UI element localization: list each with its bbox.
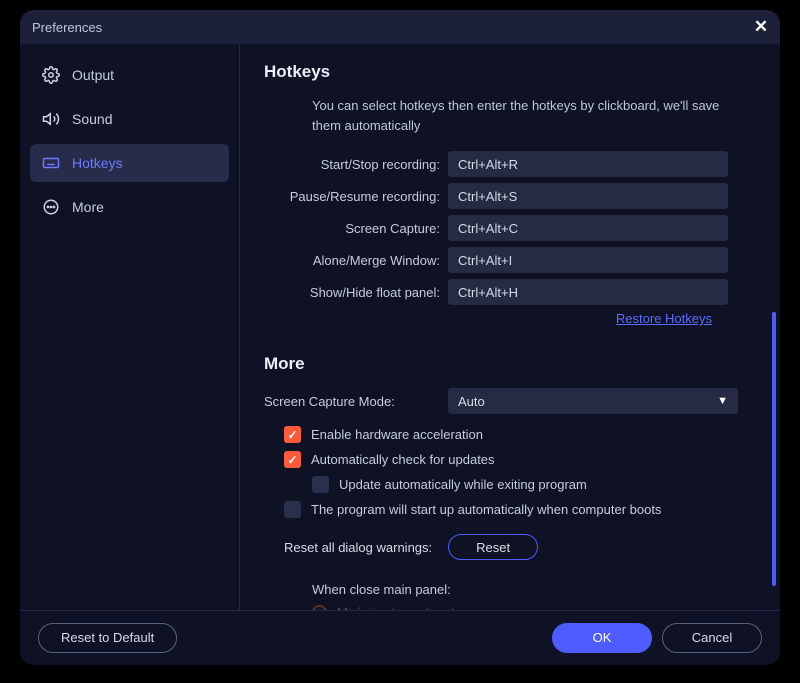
sidebar-item-label: Hotkeys — [72, 155, 123, 171]
capture-mode-value: Auto — [458, 394, 485, 409]
capture-mode-select[interactable]: Auto ▼ — [448, 388, 738, 414]
more-title: More — [264, 354, 756, 374]
startup-label: The program will start up automatically … — [311, 502, 661, 517]
update-exit-row: Update automatically while exiting progr… — [312, 476, 756, 493]
minimize-tray-radio[interactable] — [312, 605, 327, 610]
hotkeys-title: Hotkeys — [264, 62, 756, 82]
sidebar-item-output[interactable]: Output — [30, 56, 229, 94]
sidebar-item-label: More — [72, 199, 104, 215]
reset-default-button[interactable]: Reset to Default — [38, 623, 177, 653]
window-title: Preferences — [32, 20, 102, 35]
close-button[interactable]: ✕ — [748, 14, 774, 40]
reset-warnings-button[interactable]: Reset — [448, 534, 538, 560]
body: Output Sound Hotkeys More — [20, 44, 780, 610]
hotkey-label: Show/Hide float panel: — [264, 285, 448, 300]
hw-accel-checkbox[interactable] — [284, 426, 301, 443]
sidebar: Output Sound Hotkeys More — [20, 44, 240, 610]
hotkey-row-screen-capture: Screen Capture: — [264, 215, 756, 241]
hw-accel-label: Enable hardware acceleration — [311, 427, 483, 442]
hotkey-input-float-panel[interactable] — [448, 279, 728, 305]
more-section: More Screen Capture Mode: Auto ▼ Enable … — [264, 354, 756, 610]
hotkey-label: Start/Stop recording: — [264, 157, 448, 172]
titlebar: Preferences ✕ — [20, 10, 780, 44]
update-exit-label: Update automatically while exiting progr… — [339, 477, 587, 492]
sound-icon — [42, 110, 60, 128]
gear-icon — [42, 66, 60, 84]
more-icon — [42, 198, 60, 216]
capture-mode-label: Screen Capture Mode: — [264, 394, 448, 409]
sidebar-item-sound[interactable]: Sound — [30, 100, 229, 138]
capture-mode-row: Screen Capture Mode: Auto ▼ — [264, 388, 756, 414]
hotkey-input-alone-merge[interactable] — [448, 247, 728, 273]
scrollbar-thumb[interactable] — [772, 312, 776, 586]
reset-warnings-label: Reset all dialog warnings: — [284, 540, 432, 555]
hw-accel-row: Enable hardware acceleration — [284, 426, 756, 443]
sidebar-item-more[interactable]: More — [30, 188, 229, 226]
hotkey-input-screen-capture[interactable] — [448, 215, 728, 241]
hotkey-input-pause-resume[interactable] — [448, 183, 728, 209]
footer: Reset to Default OK Cancel — [20, 610, 780, 664]
close-icon: ✕ — [754, 17, 768, 37]
ok-button[interactable]: OK — [552, 623, 652, 653]
scroll-area[interactable]: Hotkeys You can select hotkeys then ente… — [240, 44, 780, 610]
restore-hotkeys-link[interactable]: Restore Hotkeys — [264, 311, 712, 326]
hotkey-row-float-panel: Show/Hide float panel: — [264, 279, 756, 305]
hotkey-label: Alone/Merge Window: — [264, 253, 448, 268]
hotkey-input-start-stop[interactable] — [448, 151, 728, 177]
auto-update-row: Automatically check for updates — [284, 451, 756, 468]
chevron-down-icon: ▼ — [717, 395, 728, 407]
hotkey-row-alone-merge: Alone/Merge Window: — [264, 247, 756, 273]
sidebar-item-label: Sound — [72, 111, 112, 127]
main-panel: Hotkeys You can select hotkeys then ente… — [240, 44, 780, 610]
update-exit-checkbox[interactable] — [312, 476, 329, 493]
hotkey-label: Screen Capture: — [264, 221, 448, 236]
minimize-tray-label: Minimize to system tray — [337, 605, 473, 610]
startup-row: The program will start up automatically … — [284, 501, 756, 518]
sidebar-item-hotkeys[interactable]: Hotkeys — [30, 144, 229, 182]
auto-update-label: Automatically check for updates — [311, 452, 495, 467]
startup-checkbox[interactable] — [284, 501, 301, 518]
hotkey-label: Pause/Resume recording: — [264, 189, 448, 204]
close-panel-label: When close main panel: — [312, 582, 756, 597]
cancel-button[interactable]: Cancel — [662, 623, 762, 653]
hotkey-row-pause-resume: Pause/Resume recording: — [264, 183, 756, 209]
preferences-window: Preferences ✕ Output Sound — [20, 10, 780, 665]
reset-warnings-row: Reset all dialog warnings: Reset — [284, 534, 756, 560]
sidebar-item-label: Output — [72, 67, 114, 83]
hotkeys-intro: You can select hotkeys then enter the ho… — [312, 96, 742, 135]
minimize-tray-row: Minimize to system tray — [312, 605, 756, 610]
hotkey-row-start-stop: Start/Stop recording: — [264, 151, 756, 177]
keyboard-icon — [42, 154, 60, 172]
auto-update-checkbox[interactable] — [284, 451, 301, 468]
